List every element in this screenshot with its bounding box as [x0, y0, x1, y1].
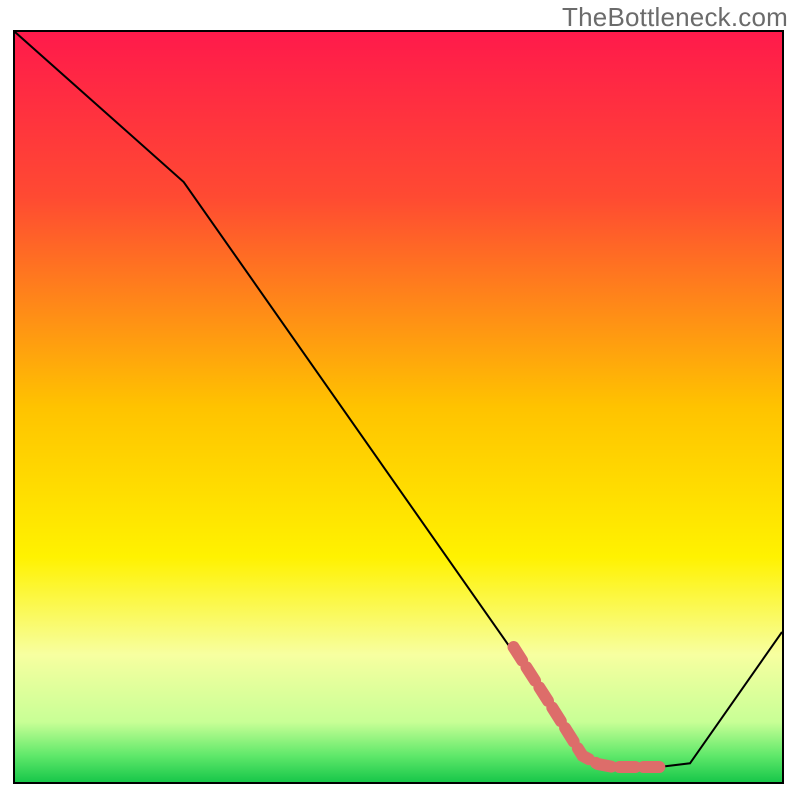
bottleneck-chart — [0, 0, 800, 800]
chart-container: TheBottleneck.com — [0, 0, 800, 800]
watermark-text: TheBottleneck.com — [562, 2, 788, 33]
plot-background — [15, 32, 782, 782]
